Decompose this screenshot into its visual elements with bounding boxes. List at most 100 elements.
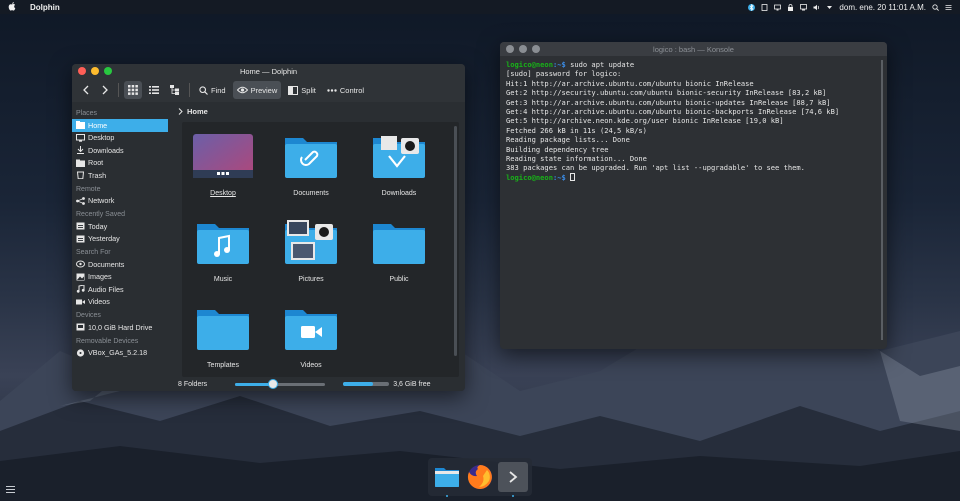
- split-label: Split: [301, 85, 316, 95]
- dock-dolphin[interactable]: [432, 462, 462, 497]
- volume-icon[interactable]: [813, 4, 820, 11]
- minimize-button[interactable]: [519, 45, 527, 53]
- places-panel: Places Home Desktop Downloads Root Trash: [72, 102, 172, 391]
- back-button[interactable]: [78, 81, 94, 99]
- places-item-search-documents[interactable]: Documents: [72, 258, 172, 271]
- prompt-user: logico@neon: [506, 172, 553, 182]
- close-button[interactable]: [506, 45, 514, 53]
- terminal-line: Fetched 266 kB in 11s (24,5 kB/s): [506, 125, 647, 135]
- active-app-name[interactable]: Dolphin: [30, 3, 60, 12]
- chevron-down-icon[interactable]: [826, 4, 833, 11]
- breadcrumb[interactable]: Home: [172, 102, 465, 120]
- free-space-label: 3,6 GiB free: [393, 380, 431, 388]
- dolphin-window[interactable]: Home — Dolphin Find Preview Split Contro…: [72, 64, 465, 391]
- clock[interactable]: dom. ene. 20 11:01 A.M.: [839, 3, 926, 12]
- dolphin-titlebar[interactable]: Home — Dolphin: [72, 64, 465, 78]
- close-button[interactable]: [78, 67, 86, 75]
- video-camera-icon: [76, 298, 85, 306]
- places-item-hard-drive[interactable]: 10,0 GiB Hard Drive: [72, 321, 172, 334]
- folder-label: Videos: [300, 362, 322, 369]
- konsole-window[interactable]: logico : bash — Konsole logico@neon:~$ s…: [500, 42, 887, 349]
- ellipsis-icon: [327, 88, 337, 92]
- places-item-vbox[interactable]: VBox_GAs_5.2.18: [72, 347, 172, 360]
- places-item-desktop[interactable]: Desktop: [72, 132, 172, 145]
- folder-label: Music: [213, 276, 233, 283]
- terminal-line: Reading state information... Done: [506, 154, 647, 164]
- app-launcher-icon[interactable]: [6, 486, 15, 493]
- folder-item-downloads[interactable]: Downloads: [364, 130, 434, 197]
- image-icon: [76, 273, 85, 281]
- folder-item-videos[interactable]: Videos: [276, 302, 346, 369]
- places-item-yesterday[interactable]: Yesterday: [72, 233, 172, 246]
- home-icon: [76, 121, 85, 130]
- network-icon[interactable]: [800, 3, 808, 11]
- desktop-thumbnail-icon: [193, 134, 253, 178]
- folder-item-music[interactable]: Music: [188, 216, 258, 283]
- control-button[interactable]: Control: [323, 81, 368, 99]
- display-icon[interactable]: [774, 4, 782, 11]
- terminal-line: Building dependency tree: [506, 144, 609, 154]
- folder-label: Public: [389, 276, 409, 283]
- menu-icon[interactable]: [945, 4, 952, 11]
- lock-icon[interactable]: [787, 3, 794, 11]
- places-item-search-videos[interactable]: Videos: [72, 296, 172, 309]
- terminal-line: Get:4 http://ar.archive.ubuntu.com/ubunt…: [506, 107, 840, 117]
- forward-button[interactable]: [97, 81, 113, 99]
- folder-grid[interactable]: Desktop Documents Downloads Music Pictur…: [182, 122, 459, 377]
- places-item-downloads[interactable]: Downloads: [72, 144, 172, 157]
- places-item-network[interactable]: Network: [72, 195, 172, 208]
- terminal-line: Get:3 http://ar.archive.ubuntu.com/ubunt…: [506, 97, 831, 107]
- eye-icon: [236, 86, 248, 94]
- tree-view-button[interactable]: [166, 81, 184, 99]
- zoom-slider-handle[interactable]: [267, 379, 278, 389]
- dock-firefox[interactable]: [465, 462, 495, 492]
- terminal-scrollbar[interactable]: [881, 60, 883, 340]
- konsole-titlebar[interactable]: logico : bash — Konsole: [500, 42, 887, 56]
- folder-item-pictures[interactable]: Pictures: [276, 216, 346, 283]
- top-menubar: Dolphin dom. ene. 20 11:01 A.M.: [0, 0, 960, 14]
- chevron-right-icon: [178, 107, 183, 115]
- folder-label: Pictures: [298, 276, 324, 283]
- apple-menu-icon[interactable]: [8, 1, 18, 13]
- maximize-button[interactable]: [532, 45, 540, 53]
- maximize-button[interactable]: [104, 67, 112, 75]
- split-button[interactable]: Split: [284, 81, 320, 99]
- zoom-slider[interactable]: [235, 379, 326, 389]
- terminal-line: 383 packages can be upgraded. Run 'apt l…: [506, 163, 805, 173]
- folder-item-public[interactable]: Public: [364, 216, 434, 283]
- places-item-search-audio[interactable]: Audio Files: [72, 283, 172, 296]
- folder-documents-icon: [285, 138, 337, 178]
- clipboard-icon[interactable]: [761, 3, 768, 11]
- find-button[interactable]: Find: [195, 81, 230, 99]
- places-item-today[interactable]: Today: [72, 220, 172, 233]
- document-icon: [76, 260, 85, 268]
- terminal-output[interactable]: logico@neon:~$ sudo apt update [sudo] pa…: [500, 56, 887, 186]
- optical-disc-icon: [76, 349, 85, 357]
- bluetooth-icon[interactable]: [748, 3, 756, 11]
- folder-item-desktop[interactable]: Desktop: [188, 130, 258, 197]
- terminal-icon: [509, 471, 518, 483]
- folder-view-scrollbar[interactable]: [454, 126, 457, 356]
- toolbar-divider: [118, 83, 119, 97]
- places-item-home[interactable]: Home: [72, 119, 168, 132]
- places-item-search-images[interactable]: Images: [72, 271, 172, 284]
- dock-konsole[interactable]: [498, 462, 529, 497]
- places-item-trash[interactable]: Trash: [72, 169, 172, 182]
- status-bar: 8 Folders 3,6 GiB free: [172, 377, 465, 391]
- breadcrumb-home[interactable]: Home: [187, 107, 208, 116]
- search-icon: [199, 85, 208, 95]
- icons-view-button[interactable]: [124, 81, 142, 99]
- folder-videos-icon: [285, 310, 337, 350]
- window-title: logico : bash — Konsole: [653, 44, 734, 54]
- minimize-button[interactable]: [91, 67, 99, 75]
- hard-drive-icon: [76, 323, 85, 331]
- details-view-button[interactable]: [145, 81, 163, 99]
- preview-button[interactable]: Preview: [232, 81, 282, 99]
- search-icon[interactable]: [932, 3, 939, 11]
- running-indicator: [445, 495, 448, 497]
- folder-item-documents[interactable]: Documents: [276, 130, 346, 197]
- folder-item-templates[interactable]: Templates: [188, 302, 258, 369]
- folder-label: Downloads: [381, 190, 417, 197]
- search-section-title: Search For: [76, 249, 111, 256]
- places-item-root[interactable]: Root: [72, 157, 172, 170]
